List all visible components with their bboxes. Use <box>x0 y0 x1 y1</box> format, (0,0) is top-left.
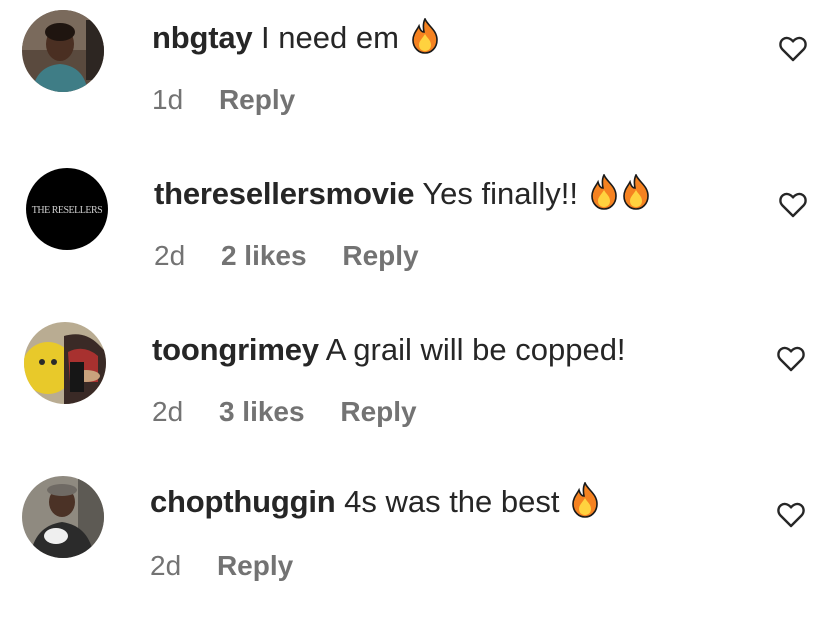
comment-line: toongrimey A grail will be copped! <box>152 330 626 370</box>
comment-time: 2d <box>154 240 186 271</box>
avatar-text: THE RESELLERS <box>32 205 102 216</box>
fire-emoji-icon <box>589 174 619 210</box>
comment-line: chopthuggin 4s was the best <box>150 482 600 522</box>
comment-text: A grail will be copped! <box>325 332 626 367</box>
comment-item: nbgtay I need em 1d Reply <box>0 0 840 120</box>
heart-icon[interactable] <box>776 344 806 374</box>
comment-time: 2d <box>152 396 184 427</box>
comment-meta: 2d 3 likes Reply <box>152 394 445 430</box>
comment-username[interactable]: toongrimey <box>152 332 319 367</box>
comment-time: 1d <box>152 84 184 115</box>
comment-text: 4s was the best <box>344 484 560 519</box>
fire-emoji-icon <box>621 174 651 210</box>
reply-button[interactable]: Reply <box>217 550 293 581</box>
heart-icon[interactable] <box>776 500 806 530</box>
comment-item: toongrimey A grail will be copped! 2d 3 … <box>0 312 840 432</box>
comment-line: nbgtay I need em <box>152 18 440 58</box>
avatar[interactable] <box>24 322 106 404</box>
comment-username[interactable]: chopthuggin <box>150 484 336 519</box>
comment-username[interactable]: theresellersmovie <box>154 176 414 211</box>
avatar[interactable] <box>22 10 104 92</box>
fire-emoji-icon <box>570 482 600 518</box>
reply-button[interactable]: Reply <box>340 396 416 427</box>
comment-item: chopthuggin 4s was the best 2d Reply <box>0 468 840 588</box>
avatar[interactable] <box>22 476 104 558</box>
heart-icon[interactable] <box>778 190 808 220</box>
comment-time: 2d <box>150 550 182 581</box>
comment-line: theresellersmovie Yes finally!! <box>154 174 651 214</box>
avatar[interactable]: THE RESELLERS <box>26 168 108 250</box>
reply-button[interactable]: Reply <box>342 240 418 271</box>
likes-count[interactable]: 3 likes <box>219 396 305 427</box>
comment-item: THE RESELLERS theresellersmovie Yes fina… <box>0 156 840 276</box>
heart-icon[interactable] <box>778 34 808 64</box>
likes-count[interactable]: 2 likes <box>221 240 307 271</box>
comment-meta: 2d Reply <box>150 548 321 584</box>
comment-text: I need em <box>261 20 399 55</box>
comment-meta: 2d 2 likes Reply <box>154 238 447 274</box>
reply-button[interactable]: Reply <box>219 84 295 115</box>
fire-emoji-icon <box>410 18 440 54</box>
comment-text: Yes finally!! <box>422 176 578 211</box>
comment-meta: 1d Reply <box>152 82 323 118</box>
comment-username[interactable]: nbgtay <box>152 20 253 55</box>
